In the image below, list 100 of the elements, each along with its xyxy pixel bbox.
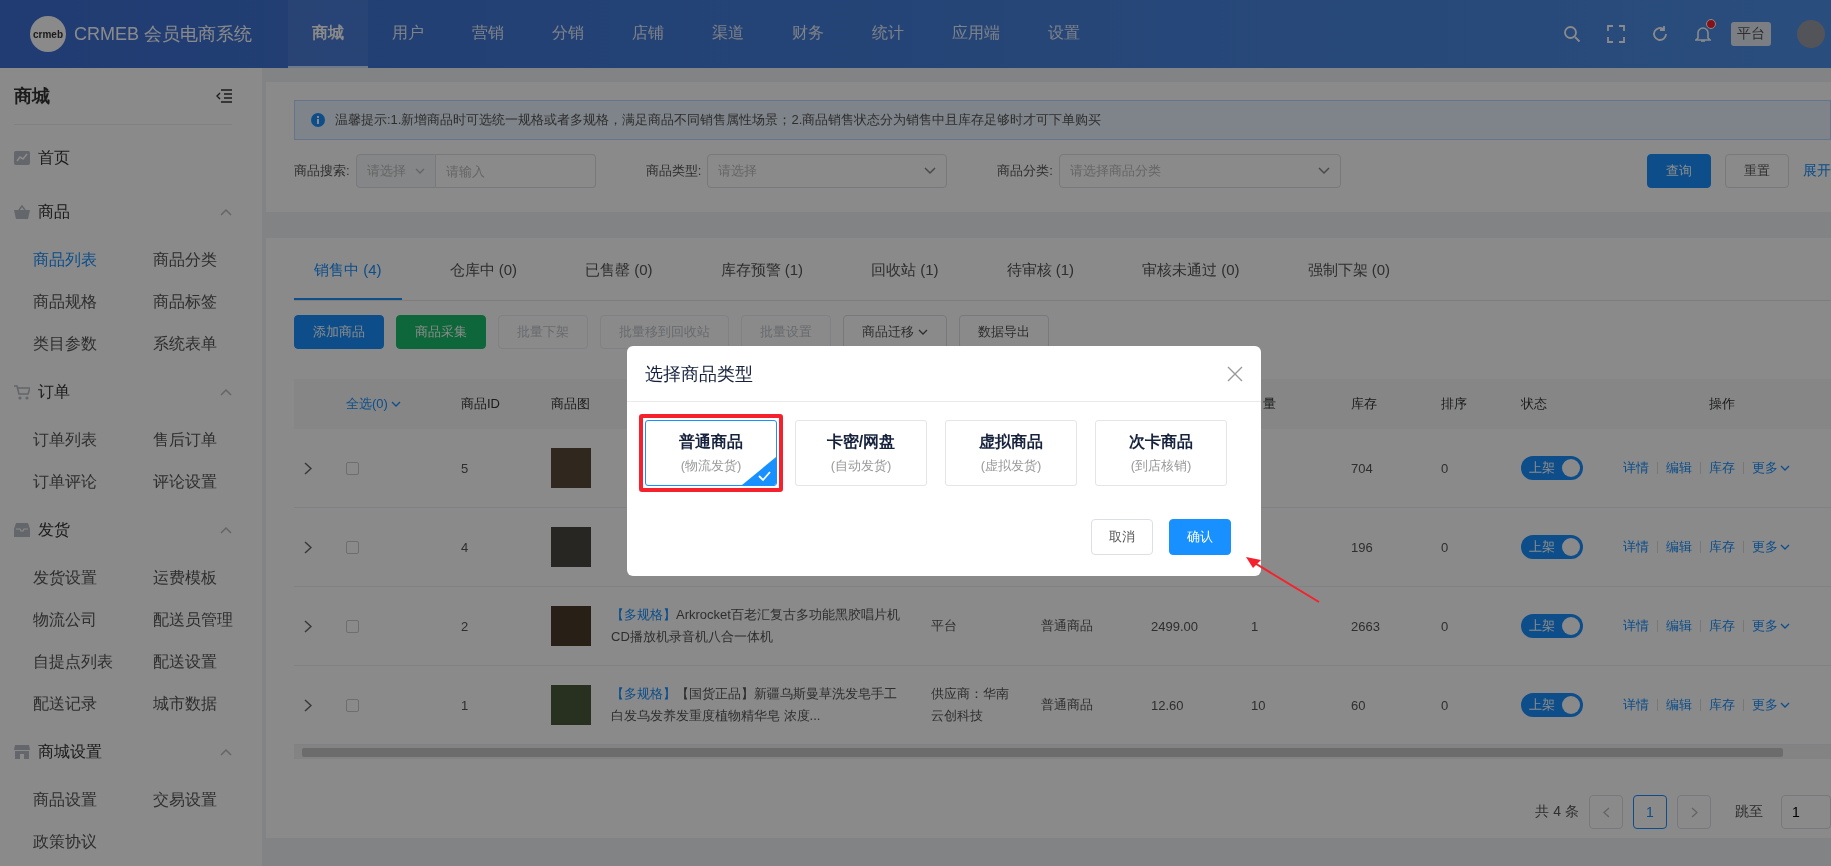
cancel-button[interactable]: 取消 xyxy=(1091,519,1153,555)
sidebar-title: 商城 xyxy=(14,85,50,108)
notification-dot xyxy=(1706,19,1716,29)
status-tab[interactable]: 库存预警 (1) xyxy=(700,261,823,300)
nav-tab[interactable]: 店铺 xyxy=(608,0,688,68)
table-cell: 10 xyxy=(1251,697,1266,713)
sidebar-subitem[interactable]: 类目参数 xyxy=(33,323,153,365)
jump-label: 跳至 xyxy=(1735,803,1763,821)
action-link[interactable]: 编辑 xyxy=(1666,459,1692,477)
nav-tab[interactable]: 应用端 xyxy=(928,0,1024,68)
status-switch[interactable]: 上架 xyxy=(1521,693,1583,717)
confirm-button[interactable]: 确认 xyxy=(1169,519,1231,555)
sidebar-item[interactable]: 商城设置 xyxy=(14,725,232,779)
jump-input[interactable]: 1 xyxy=(1781,795,1831,829)
sidebar-item[interactable]: 首页 xyxy=(14,131,232,185)
caret-icon xyxy=(1780,623,1790,629)
nav-tab[interactable]: 渠道 xyxy=(688,0,768,68)
status-switch[interactable]: 上架 xyxy=(1521,456,1583,480)
status-tab[interactable]: 审核未通过 (0) xyxy=(1122,261,1260,300)
action-link[interactable]: 详情 xyxy=(1623,459,1649,477)
sidebar-subitem[interactable]: 物流公司 xyxy=(33,599,153,641)
horizontal-scrollbar[interactable] xyxy=(294,745,1831,759)
action-link[interactable]: 库存 xyxy=(1709,696,1735,714)
type-option[interactable]: 卡密/网盘 (自动发货) xyxy=(795,420,927,486)
action-link[interactable]: 详情 xyxy=(1623,696,1649,714)
nav-tab[interactable]: 统计 xyxy=(848,0,928,68)
column-header: 操作 xyxy=(1709,395,1735,413)
sidebar-subitem[interactable]: 配送记录 xyxy=(33,683,153,725)
expand-row-icon[interactable] xyxy=(304,698,312,712)
bell-icon[interactable] xyxy=(1695,25,1711,43)
fullscreen-icon[interactable] xyxy=(1607,25,1625,43)
type-option[interactable]: 虚拟商品 (虚拟发货) xyxy=(945,420,1077,486)
toolbar-button[interactable]: 商品采集 xyxy=(396,315,486,349)
status-tab[interactable]: 强制下架 (0) xyxy=(1287,261,1410,300)
action-link[interactable]: 库存 xyxy=(1709,538,1735,556)
sidebar-item[interactable]: 商品 xyxy=(14,185,232,239)
action-link[interactable]: 详情 xyxy=(1623,617,1649,635)
action-link[interactable]: 编辑 xyxy=(1666,617,1692,635)
status-tab[interactable]: 已售罄 (0) xyxy=(565,261,673,300)
type-option[interactable]: 次卡商品 (到店核销) xyxy=(1095,420,1227,486)
search-icon[interactable] xyxy=(1563,25,1581,43)
page-button[interactable]: 1 xyxy=(1633,795,1667,829)
table-cell: 12.60 xyxy=(1151,697,1184,713)
expand-row-icon[interactable] xyxy=(304,461,312,475)
action-link[interactable]: 更多 xyxy=(1752,459,1790,477)
status-tab[interactable]: 回收站 (1) xyxy=(851,261,959,300)
query-button[interactable]: 查询 xyxy=(1647,154,1711,188)
row-checkbox[interactable] xyxy=(346,540,359,554)
cart-icon xyxy=(14,384,30,400)
caret-icon xyxy=(1780,702,1790,708)
sidebar-subitem[interactable]: 发货设置 xyxy=(33,557,153,599)
action-link[interactable]: 更多 xyxy=(1752,696,1790,714)
action-link[interactable]: 更多 xyxy=(1752,538,1790,556)
caret-icon xyxy=(918,329,928,335)
expand-link[interactable]: 展开 xyxy=(1803,162,1831,180)
toolbar-button[interactable]: 数据导出 xyxy=(959,315,1049,349)
sidebar-subitem[interactable]: 订单列表 xyxy=(33,419,153,461)
table-cell: 5 xyxy=(461,460,469,476)
status-tab[interactable]: 仓库中 (0) xyxy=(429,261,537,300)
action-link[interactable]: 编辑 xyxy=(1666,696,1692,714)
toolbar-button[interactable]: 商品迁移 xyxy=(843,315,947,349)
select-all-dropdown[interactable]: 全选(0) xyxy=(336,379,451,429)
toolbar-button[interactable]: 添加商品 xyxy=(294,315,384,349)
action-link[interactable]: 库存 xyxy=(1709,459,1735,477)
basket-icon xyxy=(14,205,30,219)
close-icon[interactable] xyxy=(1227,365,1243,382)
collapse-menu-icon[interactable] xyxy=(216,89,232,103)
sidebar-subitem[interactable]: 政策协议 xyxy=(33,821,153,863)
table-cell: 704 xyxy=(1351,460,1373,476)
column-header: 量 xyxy=(1263,395,1276,413)
status-tab[interactable]: 销售中 (4) xyxy=(294,261,402,300)
row-checkbox[interactable] xyxy=(346,461,359,475)
action-link[interactable]: 编辑 xyxy=(1666,538,1692,556)
nav-tab[interactable]: 设置 xyxy=(1024,0,1104,68)
photo-placeholder xyxy=(551,685,591,725)
row-checkbox[interactable] xyxy=(346,619,359,633)
action-link[interactable]: 库存 xyxy=(1709,617,1735,635)
row-checkbox[interactable] xyxy=(346,698,359,712)
status-switch[interactable]: 上架 xyxy=(1521,535,1583,559)
action-link[interactable]: 更多 xyxy=(1752,617,1790,635)
sidebar-subitem[interactable]: 商品列表 xyxy=(33,239,153,281)
reset-button[interactable]: 重置 xyxy=(1725,154,1789,188)
status-switch[interactable]: 上架 xyxy=(1521,614,1583,638)
sidebar-subitem[interactable]: 商品规格 xyxy=(33,281,153,323)
refresh-icon[interactable] xyxy=(1651,25,1669,43)
table-cell-text: 平台 xyxy=(931,617,958,635)
expand-row-icon[interactable] xyxy=(304,619,312,633)
nav-tab[interactable]: 用户 xyxy=(368,0,448,68)
nav-tab[interactable]: 财务 xyxy=(768,0,848,68)
sidebar-subitem[interactable]: 商品设置 xyxy=(33,779,153,821)
sidebar-subitem[interactable]: 订单评论 xyxy=(33,461,153,503)
sidebar-subitem[interactable]: 自提点列表 xyxy=(33,641,153,683)
type-option[interactable]: 普通商品 (物流发货) xyxy=(645,420,777,486)
status-tab[interactable]: 待审核 (1) xyxy=(986,261,1094,300)
sidebar-item[interactable]: 发货 xyxy=(14,503,232,557)
nav-tab[interactable]: 营销 xyxy=(448,0,528,68)
expand-row-icon[interactable] xyxy=(304,540,312,554)
nav-tab[interactable]: 分销 xyxy=(528,0,608,68)
sidebar-item[interactable]: 订单 xyxy=(14,365,232,419)
action-link[interactable]: 详情 xyxy=(1623,538,1649,556)
